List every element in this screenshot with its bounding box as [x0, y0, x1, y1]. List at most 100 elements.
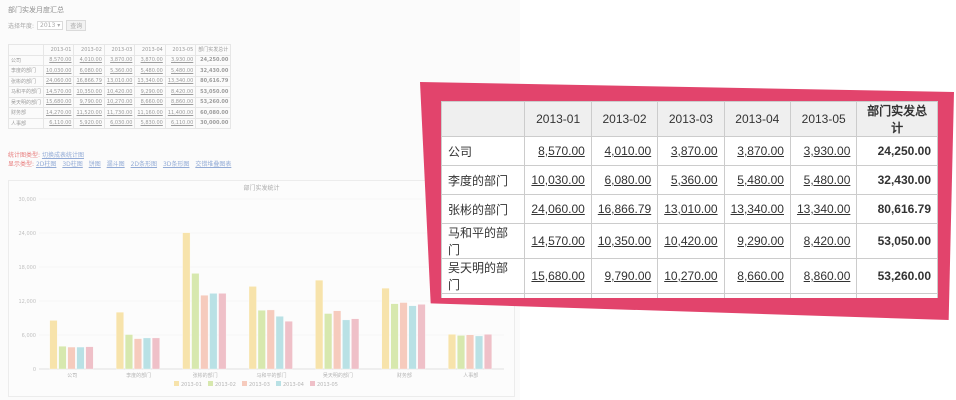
- bar: [142, 337, 151, 370]
- month-value-link[interactable]: 8,660.00: [723, 258, 791, 294]
- month-value-link[interactable]: 24,060.00: [43, 75, 75, 87]
- month-value-link[interactable]: 10,350.00: [590, 223, 659, 259]
- dept-name-cell: 财务部: [441, 293, 526, 298]
- month-value-link[interactable]: 13,340.00: [164, 75, 197, 87]
- month-value-link[interactable]: 8,420.00: [164, 86, 197, 98]
- month-value-link[interactable]: 6,110.00: [43, 117, 75, 129]
- month-value-link[interactable]: 14,570.00: [43, 86, 75, 98]
- bar: [315, 279, 324, 370]
- header-cell-month: 2013-01: [524, 101, 592, 137]
- display-option-pie[interactable]: 饼图: [89, 161, 101, 168]
- month-value-link[interactable]: 6,110.00: [164, 117, 197, 129]
- month-value-link[interactable]: 8,860.00: [789, 258, 858, 294]
- month-value-link[interactable]: 10,030.00: [524, 165, 592, 195]
- month-value-link[interactable]: 3,870.00: [103, 54, 136, 66]
- table-row: 张彬的部门 24,060.00 16,866.79 13,010.00 13,340.0…: [7, 75, 232, 87]
- dept-name-cell: 吴天明的部门: [441, 258, 526, 294]
- month-value-link[interactable]: 3,870.00: [657, 136, 725, 166]
- month-value-link[interactable]: 10,270.00: [103, 96, 136, 108]
- month-value-link[interactable]: 9,290.00: [723, 223, 791, 259]
- month-value-link[interactable]: 16,866.79: [590, 194, 659, 224]
- month-value-link[interactable]: 5,480.00: [164, 65, 197, 77]
- query-button[interactable]: 查询: [66, 20, 87, 31]
- month-value-link[interactable]: 13,010.00: [103, 75, 136, 87]
- month-value-link[interactable]: 6,080.00: [73, 65, 105, 77]
- bar: [324, 313, 333, 370]
- legend-swatch: [276, 381, 281, 386]
- month-value-link[interactable]: 14,270.00: [524, 293, 592, 298]
- month-value-link[interactable]: 11,520.00: [73, 107, 105, 119]
- month-value-link[interactable]: 3,870.00: [723, 136, 791, 166]
- display-option-2d-hbar[interactable]: 2D条形图: [131, 161, 157, 168]
- month-value-link[interactable]: 10,270.00: [657, 258, 725, 294]
- month-value-link[interactable]: 9,790.00: [73, 96, 105, 108]
- month-value-link[interactable]: 5,360.00: [103, 65, 136, 77]
- month-value-link[interactable]: 15,680.00: [524, 258, 592, 294]
- bar: [275, 316, 284, 370]
- month-value-link[interactable]: 8,860.00: [164, 96, 197, 108]
- month-value-link[interactable]: 9,290.00: [134, 86, 166, 98]
- month-value-link[interactable]: 11,400.00: [164, 107, 197, 119]
- month-value-link[interactable]: 10,350.00: [73, 86, 105, 98]
- month-value-link[interactable]: 15,680.00: [43, 96, 75, 108]
- display-option-2d-bar[interactable]: 2D柱图: [36, 161, 56, 168]
- month-value-link[interactable]: 6,030.00: [103, 117, 136, 129]
- month-value-link[interactable]: 10,030.00: [43, 65, 75, 77]
- month-value-link[interactable]: 9,790.00: [590, 258, 659, 294]
- x-category-label: 李度的部门: [126, 372, 151, 379]
- dept-total-cell: 30,000.00: [195, 117, 232, 129]
- bar: [390, 303, 399, 370]
- x-category-label: 马和平的部门: [256, 372, 286, 379]
- table-row: 人事部 6,110.00 5,920.00 6,030.00 5,830.00 6,110…: [7, 117, 232, 129]
- month-value-link[interactable]: 13,340.00: [789, 194, 858, 224]
- month-value-link[interactable]: 8,570.00: [524, 136, 592, 166]
- dept-total-cell: 32,430.00: [195, 65, 232, 77]
- month-value-link[interactable]: 10,420.00: [657, 223, 725, 259]
- month-value-link[interactable]: 13,010.00: [657, 194, 725, 224]
- month-value-link[interactable]: 8,660.00: [134, 96, 166, 108]
- legend-swatch: [242, 381, 247, 386]
- month-value-link[interactable]: 3,930.00: [789, 136, 858, 166]
- month-value-link[interactable]: 11,520.00: [590, 293, 659, 298]
- month-value-link[interactable]: 5,360.00: [657, 165, 725, 195]
- bar: [133, 338, 142, 370]
- bar: [248, 286, 257, 370]
- switch-chart-link[interactable]: 切换成表统计图: [42, 152, 84, 159]
- month-value-link[interactable]: 5,480.00: [134, 65, 166, 77]
- month-value-link[interactable]: 4,010.00: [73, 54, 105, 66]
- month-value-link[interactable]: 14,270.00: [43, 107, 75, 119]
- month-value-link[interactable]: 16,866.79: [73, 75, 105, 87]
- month-value-link[interactable]: 5,480.00: [789, 165, 858, 195]
- month-value-link[interactable]: 8,420.00: [789, 223, 858, 259]
- month-value-link[interactable]: 5,830.00: [134, 117, 166, 129]
- month-value-link[interactable]: 3,930.00: [164, 54, 197, 66]
- month-value-link[interactable]: 8,570.00: [43, 54, 75, 66]
- month-value-link[interactable]: 24,060.00: [524, 194, 592, 224]
- month-value-link[interactable]: 13,340.00: [723, 194, 791, 224]
- small-header-cell: 2013-05: [164, 44, 197, 56]
- table-row: 财务部14,270.0011,520.0011,730.0011,160.001…: [441, 293, 938, 298]
- bar: [124, 334, 133, 370]
- display-option-stacked[interactable]: 交错堆叠图表: [195, 161, 231, 168]
- month-value-link[interactable]: 5,480.00: [723, 165, 791, 195]
- display-option-3d-bar[interactable]: 3D柱图: [62, 161, 82, 168]
- month-value-link[interactable]: 10,420.00: [103, 86, 136, 98]
- month-value-link[interactable]: 13,340.00: [134, 75, 166, 87]
- month-value-link[interactable]: 3,870.00: [134, 54, 166, 66]
- display-option-3d-hbar[interactable]: 3D条形图: [163, 161, 189, 168]
- dept-total-cell: 24,250.00: [856, 136, 938, 166]
- month-value-link[interactable]: 5,920.00: [73, 117, 105, 129]
- month-value-link[interactable]: 6,080.00: [590, 165, 659, 195]
- display-option-funnel[interactable]: 漏斗图: [107, 161, 125, 168]
- month-value-link[interactable]: 11,730.00: [103, 107, 136, 119]
- month-value-link[interactable]: 11,730.00: [657, 293, 725, 298]
- zoom-callout-table-panel: 2013-01 2013-02 2013-03 2013-04 2013-05 …: [441, 101, 938, 298]
- month-value-link[interactable]: 11,160.00: [723, 293, 791, 298]
- month-value-link[interactable]: 14,570.00: [524, 223, 592, 259]
- month-value-link[interactable]: 4,010.00: [590, 136, 659, 166]
- month-value-link[interactable]: 11,400.00: [789, 293, 858, 298]
- month-value-link[interactable]: 11,160.00: [134, 107, 166, 119]
- year-select[interactable]: 2013 ▾: [37, 21, 64, 30]
- small-header-cell: [7, 44, 45, 56]
- year-label: 选择年度:: [8, 23, 35, 30]
